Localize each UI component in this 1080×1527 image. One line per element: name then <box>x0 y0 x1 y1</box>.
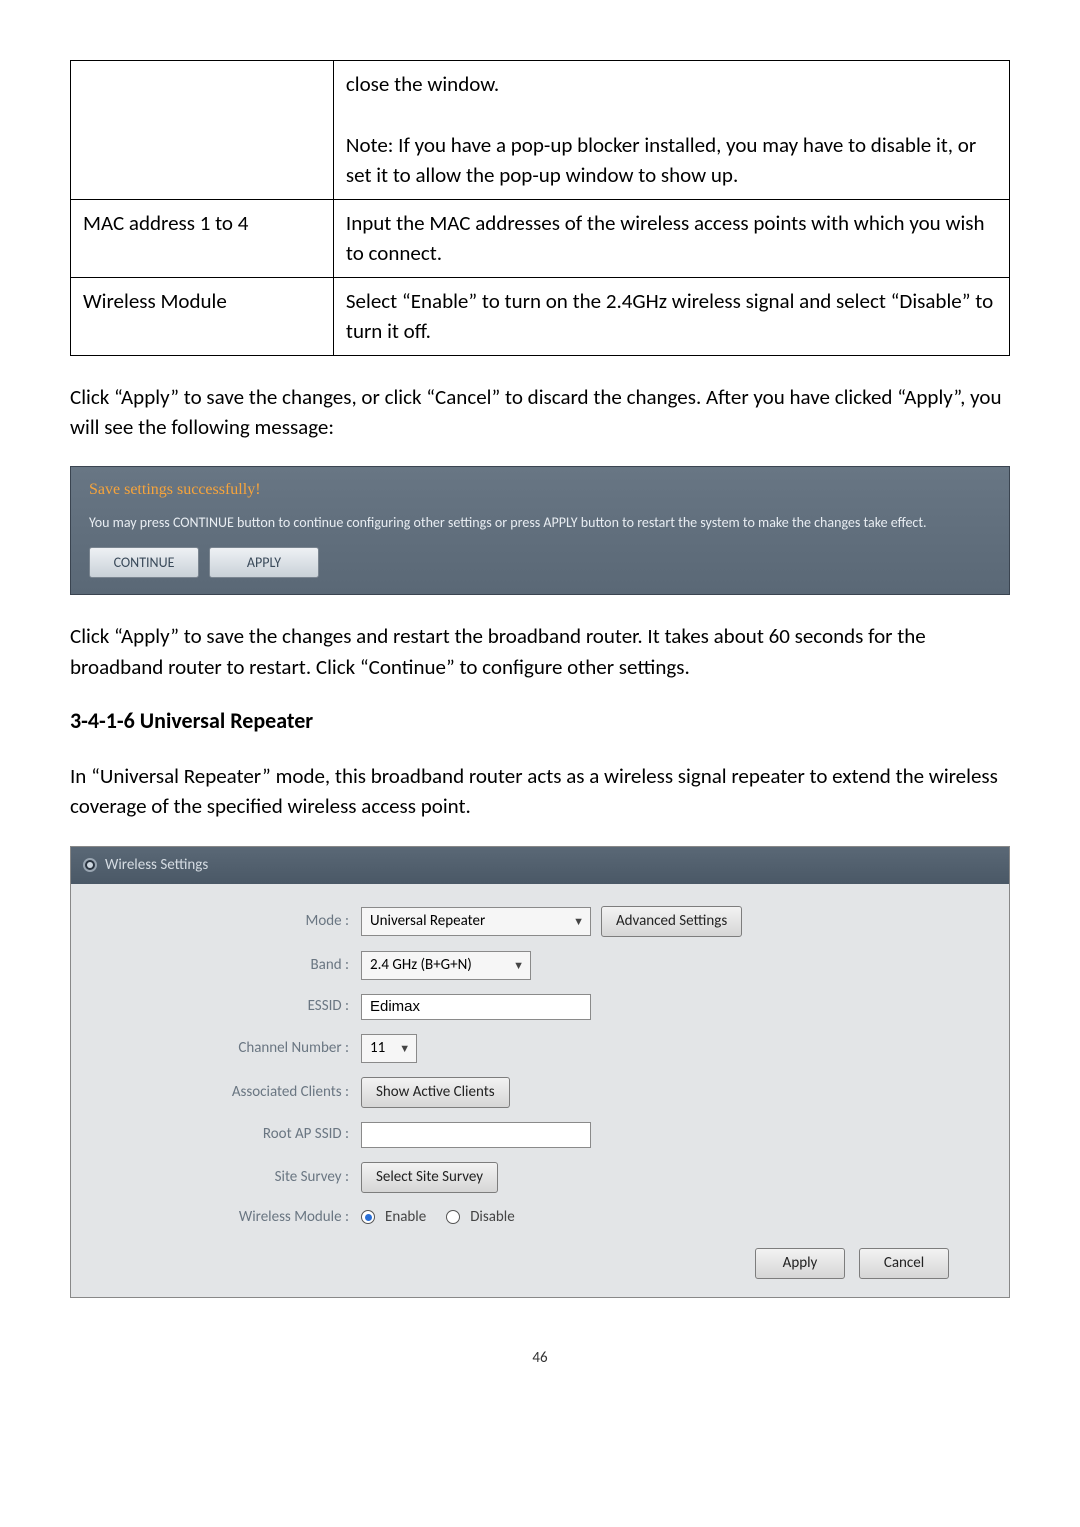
select-site-survey-button[interactable]: Select Site Survey <box>361 1162 498 1193</box>
root-ap-ssid-label: Root AP SSID : <box>101 1124 361 1145</box>
table-cell-desc: Select “Enable” to turn on the 2.4GHz wi… <box>333 277 1009 355</box>
disable-radio[interactable] <box>446 1210 460 1224</box>
apply-button[interactable]: Apply <box>755 1248 845 1279</box>
save-panel-description: You may press CONTINUE button to continu… <box>89 512 991 533</box>
root-ap-ssid-input[interactable] <box>361 1122 591 1148</box>
save-settings-panel: Save settings successfully! You may pres… <box>70 466 1010 595</box>
chevron-down-icon: ▼ <box>499 958 524 973</box>
page-number: 46 <box>70 1348 1010 1369</box>
essid-input[interactable] <box>361 994 591 1020</box>
enable-radio-label: Enable <box>385 1207 426 1228</box>
cancel-button[interactable]: Cancel <box>859 1248 949 1279</box>
instruction-paragraph: Click “Apply” to save the changes, or cl… <box>70 382 1010 443</box>
wireless-settings-header: Wireless Settings <box>71 847 1009 884</box>
band-label: Band : <box>101 955 361 976</box>
band-select[interactable]: 2.4 GHz (B+G+N) ▼ <box>361 951 531 980</box>
channel-number-label: Channel Number : <box>101 1038 361 1059</box>
apply-button[interactable]: APPLY <box>209 547 319 579</box>
band-select-value: 2.4 GHz (B+G+N) <box>370 955 472 976</box>
table-cell-desc: Input the MAC addresses of the wireless … <box>333 199 1009 277</box>
mode-label: Mode : <box>101 911 361 932</box>
save-panel-title: Save settings successfully! <box>89 479 991 501</box>
advanced-settings-button[interactable]: Advanced Settings <box>601 906 742 937</box>
table-cell-desc: close the window. Note: If you have a po… <box>333 61 1009 200</box>
instruction-paragraph: In “Universal Repeater” mode, this broad… <box>70 761 1010 822</box>
enable-radio[interactable] <box>361 1210 375 1224</box>
wireless-settings-title: Wireless Settings <box>105 855 208 876</box>
channel-number-select[interactable]: 11 ▼ <box>361 1034 417 1063</box>
essid-label: ESSID : <box>101 996 361 1017</box>
site-survey-label: Site Survey : <box>101 1167 361 1188</box>
radio-icon <box>83 858 97 872</box>
settings-description-table: close the window. Note: If you have a po… <box>70 60 1010 356</box>
table-cell-empty <box>71 61 334 200</box>
show-active-clients-button[interactable]: Show Active Clients <box>361 1077 510 1108</box>
instruction-paragraph: Click “Apply” to save the changes and re… <box>70 621 1010 682</box>
channel-number-value: 11 <box>370 1038 385 1059</box>
mode-select[interactable]: Universal Repeater ▼ <box>361 907 591 936</box>
table-cell-label: MAC address 1 to 4 <box>71 199 334 277</box>
wireless-settings-panel: Wireless Settings Mode : Universal Repea… <box>70 846 1010 1298</box>
chevron-down-icon: ▼ <box>385 1041 410 1056</box>
table-cell-label: Wireless Module <box>71 277 334 355</box>
section-heading: 3-4-1-6 Universal Repeater <box>70 706 1010 737</box>
chevron-down-icon: ▼ <box>559 914 584 929</box>
continue-button[interactable]: CONTINUE <box>89 547 199 579</box>
wireless-module-label: Wireless Module : <box>101 1207 361 1228</box>
mode-select-value: Universal Repeater <box>370 911 485 932</box>
disable-radio-label: Disable <box>470 1207 515 1228</box>
associated-clients-label: Associated Clients : <box>101 1082 361 1103</box>
